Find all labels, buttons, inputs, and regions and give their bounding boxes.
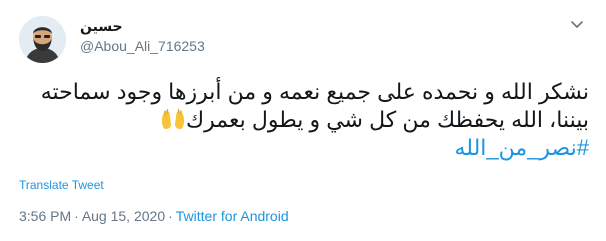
raised-hands-icon	[160, 108, 186, 130]
translate-tweet-link[interactable]: Translate Tweet	[19, 178, 104, 192]
tweet-text-line-2-text: بيننا، الله يحفظك من كل شي و يطول بعمرك	[186, 107, 589, 132]
chevron-down-icon	[571, 21, 583, 28]
author-handle[interactable]: @Abou_Ali_716253	[80, 38, 205, 54]
tweet-meta: 3:56 PM · Aug 15, 2020 · Twitter for Android	[19, 208, 289, 224]
tweet-menu-button[interactable]	[567, 14, 587, 34]
tweet-card: حسين @Abou_Ali_716253 نشكر الله و نحمده …	[0, 0, 606, 241]
avatar[interactable]	[19, 16, 66, 63]
avatar-icon	[19, 16, 66, 63]
tweet-text: نشكر الله و نحمده على جميع نعمه و من أبر…	[14, 78, 589, 162]
tweet-text-line-1: نشكر الله و نحمده على جميع نعمه و من أبر…	[40, 79, 589, 104]
tweet-hashtag[interactable]: #نصر_من_الله	[14, 134, 589, 162]
tweet-time[interactable]: 3:56 PM	[19, 208, 71, 224]
author-display-name[interactable]: حسين	[80, 18, 123, 35]
tweet-text-line-2: بيننا، الله يحفظك من كل شي و يطول بعمرك	[14, 106, 589, 134]
tweet-source-link[interactable]: Twitter for Android	[176, 208, 289, 224]
meta-separator: ·	[74, 208, 79, 224]
tweet-date[interactable]: Aug 15, 2020	[82, 208, 165, 224]
meta-separator-2: ·	[168, 208, 173, 224]
